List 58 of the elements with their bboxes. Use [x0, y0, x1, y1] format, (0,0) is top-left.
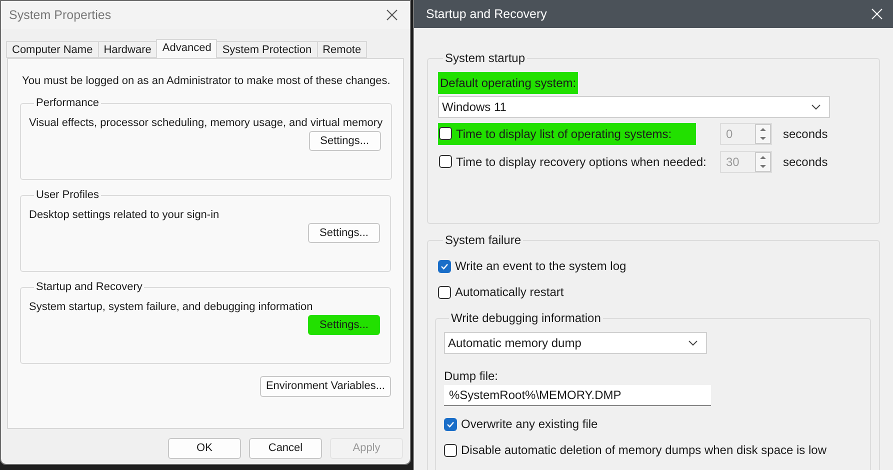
spinbox-value: 0	[726, 126, 733, 142]
option-label: Automatically restart	[455, 284, 564, 301]
settings-button[interactable]: Settings...	[308, 315, 380, 335]
group-title: System failure	[444, 234, 522, 246]
checkbox[interactable]	[438, 286, 451, 298]
checkbox[interactable]	[439, 127, 452, 140]
check-icon	[446, 420, 455, 428]
unit-label: seconds	[783, 154, 828, 170]
unit-label: seconds	[783, 126, 828, 142]
group-description: Visual effects, processor scheduling, memory usage, and virtual memory	[29, 116, 383, 130]
dump-file-label: Dump file:	[444, 368, 500, 385]
dialog-button[interactable]: Cancel	[249, 438, 322, 459]
tab[interactable]: Computer Name	[6, 41, 99, 58]
checkbox[interactable]	[444, 444, 457, 456]
dump-file-field[interactable]: %SystemRoot%\MEMORY.DMP	[444, 385, 711, 406]
group-title: Performance	[35, 98, 100, 108]
group-description: Desktop settings related to your sign-in	[29, 208, 220, 222]
check-icon	[440, 262, 449, 270]
dialog-button[interactable]: OK	[168, 438, 241, 459]
timer-option[interactable]: Time to display list of operating systems:	[438, 122, 696, 144]
admin-notice: You must be logged on as an Administrator to make most of these changes.	[22, 74, 391, 89]
close-icon[interactable]	[386, 9, 398, 21]
window-title: Startup and Recovery	[426, 6, 547, 23]
option-label: Time to display recovery options when needed:	[456, 154, 706, 170]
default-os-select[interactable]: Windows 11	[438, 96, 830, 118]
window-title: System Properties	[9, 6, 112, 24]
environment-variables-button[interactable]: Environment Variables...	[260, 376, 391, 396]
option-label: Write an event to the system log	[455, 258, 626, 275]
failure-option[interactable]: Write an event to the system log	[438, 256, 869, 276]
failure-option[interactable]: Automatically restart	[438, 282, 869, 302]
group-title: Write debugging information	[450, 312, 602, 324]
checkbox[interactable]	[438, 260, 451, 272]
settings-button[interactable]: Settings...	[308, 131, 381, 151]
group-title: Startup and Recovery	[35, 282, 144, 292]
chevron-down-icon	[811, 104, 821, 110]
spin-arrows-icon[interactable]	[755, 152, 771, 172]
dump-option[interactable]: Overwrite any existing file	[444, 414, 862, 434]
spinbox-value: 30	[726, 154, 740, 170]
select-value: Windows 11	[442, 99, 506, 116]
group-title: User Profiles	[35, 190, 100, 200]
dump-type-select[interactable]: Automatic memory dump	[444, 332, 707, 354]
tab[interactable]: Hardware	[98, 41, 158, 58]
group-title: System startup	[444, 52, 526, 64]
chevron-down-icon	[688, 340, 698, 346]
settings-button[interactable]: Settings...	[308, 223, 380, 243]
select-value: Automatic memory dump	[448, 335, 582, 352]
default-os-label: Default operating system:	[438, 72, 578, 94]
spin-arrows-icon[interactable]	[755, 124, 771, 144]
checkbox[interactable]	[444, 418, 457, 430]
tab[interactable]: System Protection	[216, 41, 318, 58]
option-label: Time to display list of operating systems:	[456, 126, 672, 142]
dump-option[interactable]: Disable automatic deletion of memory dumps when disk space is low	[444, 440, 862, 460]
option-label: Overwrite any existing file	[461, 416, 598, 433]
checkbox[interactable]	[439, 155, 452, 168]
tab[interactable]: Remote	[316, 41, 368, 58]
tab[interactable]: Advanced	[156, 39, 218, 58]
option-label: Disable automatic deletion of memory dumps when disk space is low	[461, 442, 827, 459]
group-description: System startup, system failure, and debugging information	[29, 300, 314, 314]
